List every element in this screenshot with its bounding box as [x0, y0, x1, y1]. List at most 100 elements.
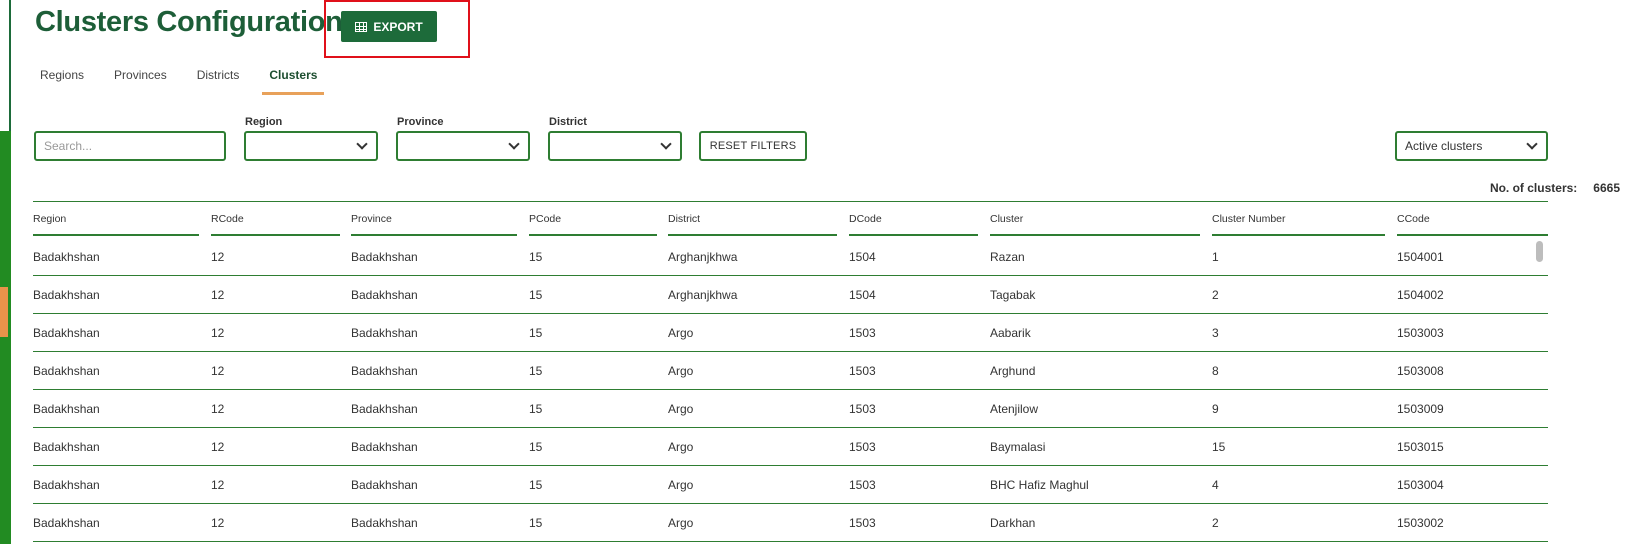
tab-regions[interactable]: Regions — [33, 66, 91, 95]
column-header-ccode[interactable]: CCode — [1397, 202, 1548, 236]
cell-district: Argo — [668, 401, 694, 416]
column-header-cluster[interactable]: Cluster — [990, 202, 1200, 236]
cell-pcode: 15 — [529, 439, 543, 454]
table-body: Badakhshan 12 Badakhshan 15 Arghanjkhwa 1504 R… — [33, 238, 1548, 542]
table-row[interactable]: Badakhshan 12 Badakhshan 15 Argo 1503 BHC Hafi… — [33, 466, 1548, 504]
cell-region: Badakhshan — [33, 477, 100, 492]
cell-ccode: 1503008 — [1397, 363, 1444, 378]
table-row[interactable]: Badakhshan 12 Badakhshan 15 Argo 1503 Arghund 8… — [33, 352, 1548, 390]
reset-filters-button[interactable]: RESET FILTERS — [699, 131, 807, 161]
cluster-count: No. of clusters: 6665 — [1490, 181, 1620, 195]
cell-pcode: 15 — [529, 249, 543, 264]
cell-pcode: 15 — [529, 477, 543, 492]
region-select[interactable] — [244, 131, 378, 161]
table-row[interactable]: Badakhshan 12 Badakhshan 15 Arghanjkhwa 1504 T… — [33, 276, 1548, 314]
tab-districts[interactable]: Districts — [190, 66, 247, 95]
cluster-status-select[interactable]: Active clusters — [1395, 131, 1548, 161]
cell-district: Argo — [668, 325, 694, 340]
cell-cluster-number: 2 — [1212, 287, 1219, 302]
scrollbar-thumb[interactable] — [1536, 241, 1543, 262]
table-header: Region RCode Province PCode District DCo… — [33, 202, 1548, 238]
highlight-box — [324, 0, 470, 58]
column-header-rcode[interactable]: RCode — [211, 202, 340, 236]
chevron-down-icon — [660, 138, 672, 150]
province-filter-label: Province — [397, 116, 444, 128]
column-header-district[interactable]: District — [668, 202, 837, 236]
cell-rcode: 12 — [211, 287, 225, 302]
cell-district: Argo — [668, 515, 694, 530]
cell-province: Badakhshan — [351, 401, 418, 416]
cluster-status-value: Active clusters — [1405, 139, 1483, 153]
cell-cluster: Atenjilow — [990, 401, 1039, 416]
cluster-count-value: 6665 — [1593, 181, 1620, 195]
rail-active-indicator — [0, 287, 8, 337]
cell-cluster: Baymalasi — [990, 439, 1046, 454]
cell-cluster-number: 8 — [1212, 363, 1219, 378]
cell-ccode: 1504002 — [1397, 287, 1444, 302]
province-select[interactable] — [396, 131, 530, 161]
table-row[interactable]: Badakhshan 12 Badakhshan 15 Argo 1503 Atenjilo… — [33, 390, 1548, 428]
cell-province: Badakhshan — [351, 287, 418, 302]
cell-rcode: 12 — [211, 401, 225, 416]
cell-ccode: 1503004 — [1397, 477, 1444, 492]
cell-province: Badakhshan — [351, 325, 418, 340]
table-row[interactable]: Badakhshan 12 Badakhshan 15 Argo 1503 Aabarik 3… — [33, 314, 1548, 352]
table-row[interactable]: Badakhshan 12 Badakhshan 15 Argo 1503 Darkhan 2… — [33, 504, 1548, 542]
cell-pcode: 15 — [529, 515, 543, 530]
cell-rcode: 12 — [211, 249, 225, 264]
left-rail — [0, 0, 11, 544]
cell-dcode: 1504 — [849, 249, 876, 264]
district-filter-label: District — [549, 116, 587, 128]
chevron-down-icon — [508, 138, 520, 150]
column-header-pcode[interactable]: PCode — [529, 202, 657, 236]
district-select[interactable] — [548, 131, 682, 161]
cell-cluster-number: 1 — [1212, 249, 1219, 264]
page-title: Clusters Configuration — [35, 6, 343, 38]
rail-top — [0, 0, 11, 131]
cell-ccode: 1503015 — [1397, 439, 1444, 454]
column-header-cluster-number[interactable]: Cluster Number — [1212, 202, 1385, 236]
cell-dcode: 1503 — [849, 515, 876, 530]
cell-cluster: BHC Hafiz Maghul — [990, 477, 1089, 492]
cell-dcode: 1503 — [849, 477, 876, 492]
cell-cluster: Aabarik — [990, 325, 1031, 340]
cell-district: Argo — [668, 363, 694, 378]
column-header-dcode[interactable]: DCode — [849, 202, 978, 236]
cell-ccode: 1504001 — [1397, 249, 1444, 264]
cell-province: Badakhshan — [351, 363, 418, 378]
tab-provinces[interactable]: Provinces — [107, 66, 174, 95]
cell-region: Badakhshan — [33, 401, 100, 416]
table-row[interactable]: Badakhshan 12 Badakhshan 15 Argo 1503 Baymalas… — [33, 428, 1548, 466]
cell-rcode: 12 — [211, 325, 225, 340]
column-header-region[interactable]: Region — [33, 202, 199, 236]
cell-region: Badakhshan — [33, 249, 100, 264]
cell-rcode: 12 — [211, 477, 225, 492]
cell-cluster-number: 2 — [1212, 515, 1219, 530]
cell-rcode: 12 — [211, 363, 225, 378]
cell-cluster: Darkhan — [990, 515, 1036, 530]
cell-cluster: Razan — [990, 249, 1025, 264]
cell-pcode: 15 — [529, 363, 543, 378]
cell-ccode: 1503009 — [1397, 401, 1444, 416]
cell-dcode: 1503 — [849, 439, 876, 454]
column-header-province[interactable]: Province — [351, 202, 517, 236]
region-filter-label: Region — [245, 116, 283, 128]
cell-district: Argo — [668, 477, 694, 492]
rail-green — [0, 131, 11, 544]
cell-region: Badakhshan — [33, 287, 100, 302]
cluster-count-label: No. of clusters: — [1489, 181, 1578, 195]
cell-dcode: 1503 — [849, 363, 876, 378]
table-row[interactable]: Badakhshan 12 Badakhshan 15 Arghanjkhwa 1504 R… — [33, 238, 1548, 276]
search-input[interactable] — [34, 131, 226, 161]
cell-cluster: Tagabak — [990, 287, 1036, 302]
tab-clusters[interactable]: Clusters — [262, 66, 325, 95]
cell-province: Badakhshan — [351, 477, 418, 492]
cell-cluster-number: 9 — [1212, 401, 1219, 416]
cell-dcode: 1503 — [849, 401, 876, 416]
cell-province: Badakhshan — [351, 439, 418, 454]
cell-region: Badakhshan — [33, 439, 100, 454]
cell-region: Badakhshan — [33, 515, 100, 530]
cell-pcode: 15 — [529, 287, 543, 302]
cell-cluster-number: 4 — [1212, 477, 1219, 492]
cell-rcode: 12 — [211, 439, 225, 454]
